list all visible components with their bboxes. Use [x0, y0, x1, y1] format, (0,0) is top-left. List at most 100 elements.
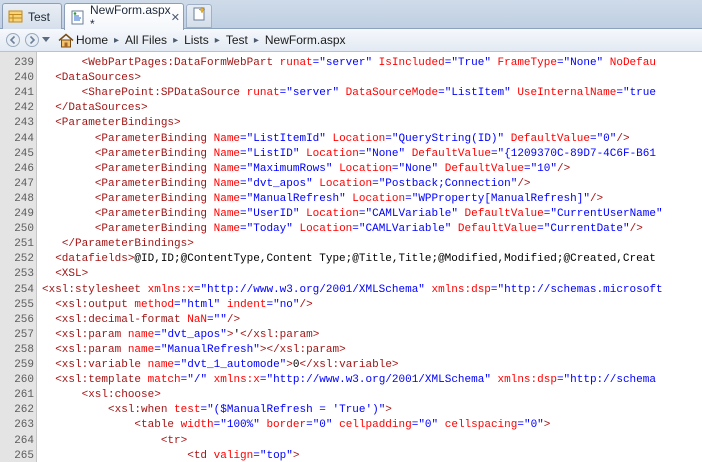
code-token-val: "http://www.w3.org/2001/XMLSchema" — [266, 374, 491, 387]
code-token-tag: <td — [187, 449, 208, 462]
code-text: <ParameterBinding Name="dvt_apos" Locati… — [42, 177, 531, 192]
code-token-attr: DataSourceMode — [339, 87, 439, 100]
code-line[interactable]: 260 <xsl:template match="/" xmlns:x="htt… — [0, 373, 702, 388]
code-line[interactable]: 257 <xsl:param name="dvt_apos">'</xsl:pa… — [0, 328, 702, 343]
code-token-punc: = — [490, 283, 498, 296]
code-line[interactable]: 259 <xsl:variable name="dvt_1_automode">… — [0, 358, 702, 373]
code-token-punc: = — [154, 328, 161, 341]
code-line[interactable]: 264 <tr> — [0, 434, 702, 449]
code-token-attr: test — [167, 404, 201, 417]
code-line[interactable]: 246 <ParameterBinding Name="MaximumRows"… — [0, 162, 702, 177]
code-token-val: "UserID" — [246, 208, 300, 220]
line-number: 244 — [14, 132, 34, 145]
breadcrumb-separator-icon: ▸ — [173, 34, 179, 46]
code-token-tag: /> — [589, 192, 604, 205]
code-token-punc: = — [438, 87, 445, 100]
history-dropdown-icon[interactable] — [40, 32, 52, 48]
line-number: 246 — [14, 162, 34, 175]
breadcrumb-item-home[interactable]: Home — [76, 33, 108, 47]
code-token-punc: = — [490, 147, 498, 160]
code-line[interactable]: 263 <table width="100%" border="0" cellp… — [0, 418, 702, 433]
new-tab-button[interactable] — [186, 4, 212, 28]
code-text: <ParameterBindings> — [42, 116, 180, 131]
breadcrumb-item-test[interactable]: Test — [226, 33, 248, 47]
home-icon — [58, 32, 74, 48]
breadcrumb-item-lists[interactable]: Lists — [184, 33, 209, 47]
code-token-tag: <xsl:output — [55, 298, 128, 311]
code-text: <xsl:decimal-format NaN=""/> — [42, 313, 240, 328]
line-number: 259 — [14, 359, 34, 371]
code-line[interactable]: 249 <ParameterBinding Name="UserID" Loca… — [0, 207, 702, 222]
code-token-tag: /> — [629, 223, 643, 236]
line-number: 262 — [14, 404, 34, 417]
code-line[interactable]: 256 <xsl:decimal-format NaN=""/> — [0, 313, 702, 328]
code-token-tag: <xsl:param — [55, 328, 122, 341]
code-token-val: "100%" — [220, 419, 260, 432]
code-token-punc: = — [240, 147, 247, 160]
code-line[interactable]: 242 </DataSources> — [0, 101, 702, 116]
code-text: <DataSources> — [42, 71, 141, 86]
code-line[interactable]: 261 <xsl:choose> — [0, 388, 702, 403]
code-token-val: "ListItem" — [444, 87, 511, 100]
code-line[interactable]: 247 <ParameterBinding Name="dvt_apos" Lo… — [0, 177, 702, 192]
code-token-tag: <XSL> — [55, 268, 89, 281]
code-token-val: "QueryString(ID)" — [391, 132, 505, 145]
back-icon[interactable] — [5, 32, 21, 48]
code-line[interactable]: 250 <ParameterBinding Name="Today" Locat… — [0, 222, 702, 237]
code-line[interactable]: 251 </ParameterBindings> — [0, 237, 702, 252]
code-line[interactable]: 244 <ParameterBinding Name="ListItemId" … — [0, 132, 702, 147]
line-number: 264 — [14, 434, 34, 447]
code-token-attr: NoDefau — [603, 57, 656, 69]
code-token-txt: 0 — [292, 359, 300, 371]
code-line[interactable]: 252 <datafields>@ID,ID;@ContentType,Cont… — [0, 252, 702, 267]
tab-test[interactable]: Test — [2, 3, 62, 29]
code-token-val: "true — [622, 87, 656, 100]
code-token-val: "http://schemas.microsoft — [497, 283, 663, 296]
code-token-attr: Name — [207, 147, 241, 160]
code-token-tag: <xsl:variable — [55, 359, 142, 371]
code-token-punc: = — [537, 223, 544, 236]
close-icon[interactable]: ✕ — [171, 11, 180, 24]
line-number: 239 — [14, 57, 34, 69]
code-token-punc: = — [589, 132, 597, 145]
code-text: <table width="100%" border="0" cellpaddi… — [42, 418, 550, 433]
aspx-page-icon — [70, 10, 85, 25]
breadcrumb-item-newform[interactable]: NewForm.aspx — [265, 33, 346, 47]
code-line[interactable]: 265 <td valign="top"> — [0, 449, 702, 462]
breadcrumb-item-all-files[interactable]: All Files — [125, 33, 167, 47]
line-number: 263 — [14, 419, 34, 432]
code-token-punc: = — [306, 419, 313, 432]
code-token-val: "None" — [365, 147, 406, 160]
line-number: 240 — [14, 72, 34, 85]
line-number: 249 — [14, 208, 34, 220]
code-token-punc: = — [154, 343, 161, 356]
code-line[interactable]: 243 <ParameterBindings> — [0, 116, 702, 131]
code-token-tag: > — [385, 404, 392, 417]
tab-newform[interactable]: NewForm.aspx * ✕ — [64, 3, 184, 31]
forward-icon[interactable] — [24, 32, 40, 48]
tab-label: Test — [28, 9, 51, 24]
code-token-attr: Name — [207, 192, 241, 205]
code-line[interactable]: 239 <WebPartPages:DataFormWebPart runat =… — [0, 56, 702, 71]
code-editor[interactable]: 239 <WebPartPages:DataFormWebPart runat =… — [0, 52, 702, 462]
line-number: 254 — [14, 283, 34, 296]
code-line[interactable]: 262 <xsl:when test="($ManualRefresh = 'T… — [0, 403, 702, 418]
code-line[interactable]: 254 <xsl:stylesheet xmlns:x = "http://www.w… — [0, 283, 702, 298]
code-line[interactable]: 255 <xsl:output method="html" indent="no… — [0, 298, 702, 313]
code-line[interactable]: 248 <ParameterBinding Name="ManualRefres… — [0, 192, 702, 207]
code-token-attr: Name — [207, 132, 241, 145]
code-token-val: "True" — [451, 57, 491, 69]
code-token-tag: <SharePoint:SPDataSource — [81, 87, 241, 100]
code-token-tag: <xsl:template — [55, 374, 142, 387]
code-line[interactable]: 253 <XSL> — [0, 267, 702, 282]
code-token-tag: <xsl:param — [55, 343, 122, 356]
code-line[interactable]: 240 <DataSources> — [0, 71, 702, 86]
line-number: 257 — [14, 328, 34, 341]
code-line[interactable]: 258 <xsl:param name="ManualRefresh"></xs… — [0, 343, 702, 358]
code-token-tag: <ParameterBinding — [94, 162, 208, 175]
code-line[interactable]: 245 <ParameterBinding Name="ListID" Loca… — [0, 147, 702, 162]
line-number: 253 — [14, 268, 34, 281]
code-line[interactable]: 241 <SharePoint:SPDataSource runat = "serv… — [0, 86, 702, 101]
code-token-txt: @ID,ID;@ContentType,Content Type;@Title,… — [134, 253, 656, 266]
code-token-val: "Postback;Connection" — [378, 177, 518, 190]
